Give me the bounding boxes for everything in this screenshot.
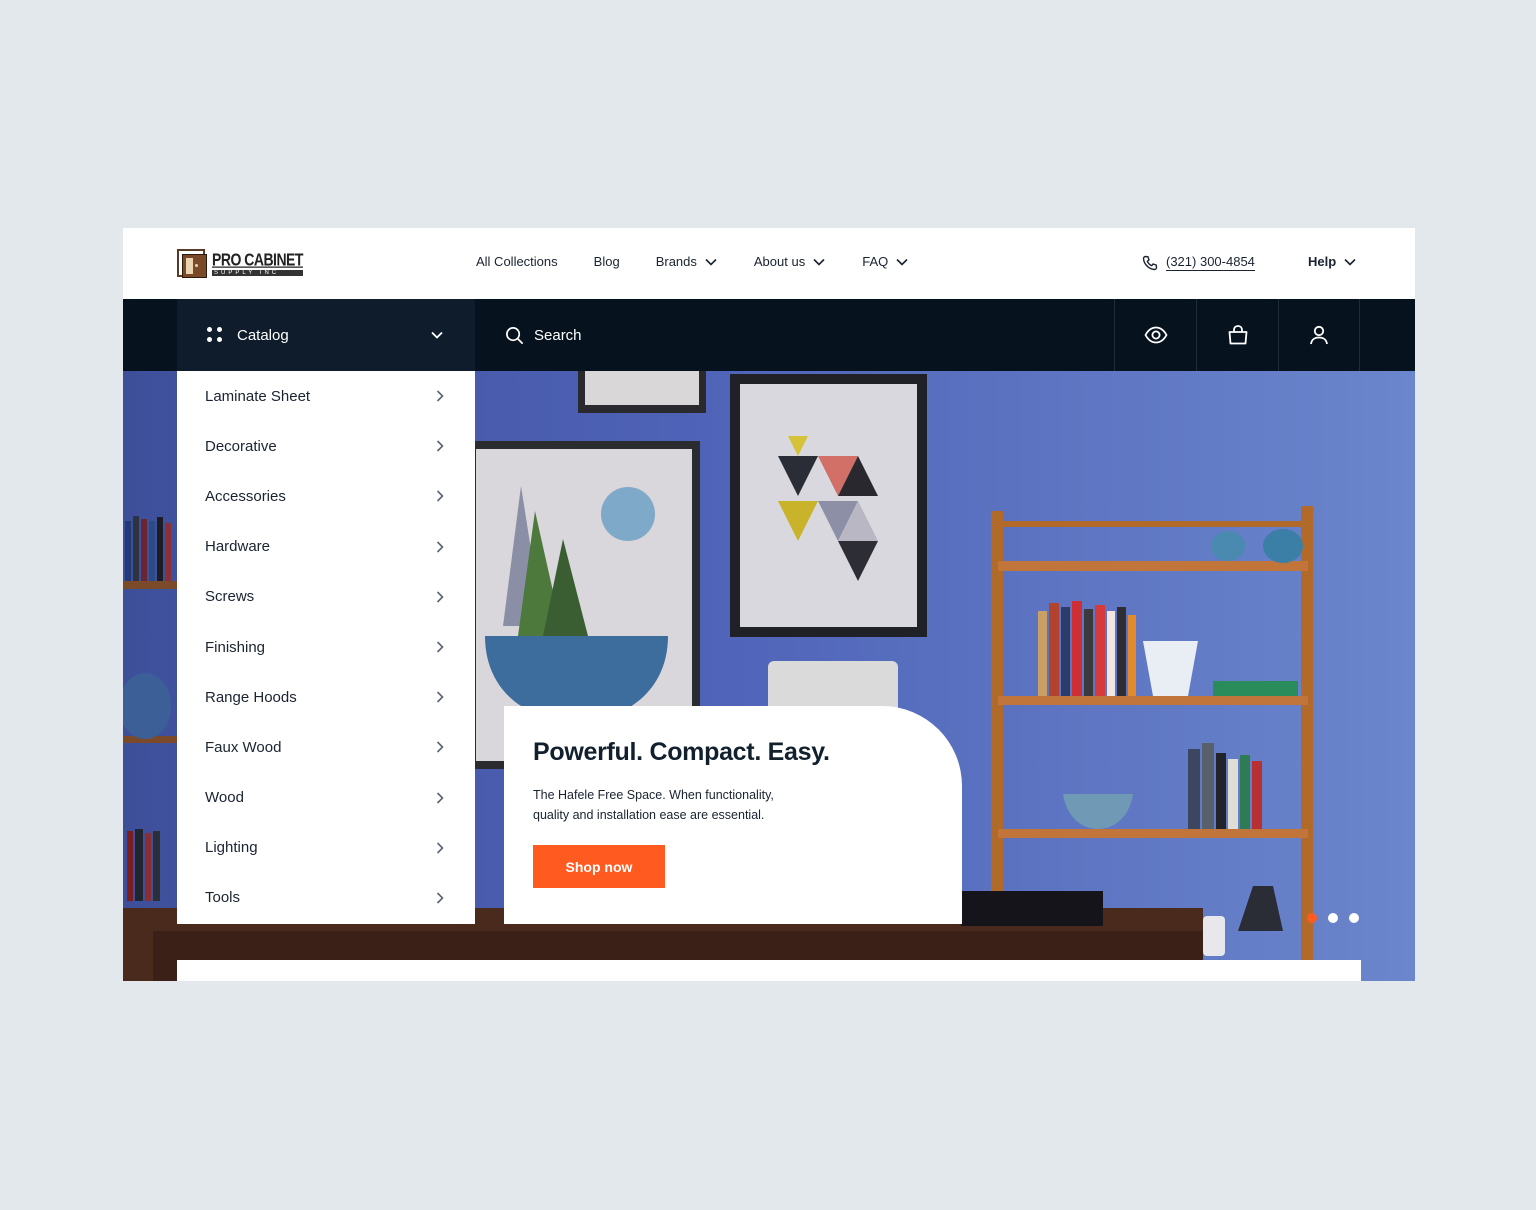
eye-icon [1143, 326, 1168, 344]
nav-label: All Collections [476, 254, 558, 269]
user-icon [1310, 325, 1328, 345]
promo-title: Powerful. Compact. Easy. [533, 738, 830, 766]
category-label: Wood [205, 789, 244, 807]
phone-icon [1142, 255, 1158, 270]
watchlist-button[interactable] [1114, 299, 1196, 371]
chevron-right-icon [436, 541, 444, 553]
chevron-down-icon [813, 258, 825, 266]
nav-about-us[interactable]: About us [754, 254, 826, 269]
category-label: Faux Wood [205, 738, 282, 756]
chevron-right-icon [436, 741, 444, 753]
shopping-bag-icon [1228, 325, 1247, 345]
chevron-right-icon [436, 591, 444, 603]
category-label: Range Hoods [205, 688, 297, 706]
chevron-right-icon [436, 390, 444, 402]
nav-all-collections[interactable]: All Collections [476, 254, 558, 269]
main-nav: All Collections Blog Brands About us FAQ [476, 254, 909, 269]
help-label: Help [1308, 254, 1337, 269]
category-item-decorative[interactable]: Decorative [177, 421, 475, 471]
chevron-down-icon [1344, 258, 1356, 266]
search-placeholder: Search [534, 326, 582, 344]
logo[interactable]: PRO CABINET SUPPLY INC [177, 248, 303, 280]
action-bar: Catalog Search [123, 299, 1415, 371]
category-label: Tools [205, 889, 241, 907]
category-label: Finishing [205, 638, 266, 656]
slide-dot-3[interactable] [1349, 913, 1359, 923]
chevron-right-icon [436, 490, 444, 503]
category-label: Decorative [205, 437, 277, 455]
category-item-screws[interactable]: Screws [177, 572, 475, 622]
page-frame: PRO CABINET SUPPLY INC All Collections B… [123, 228, 1415, 981]
shop-now-button[interactable]: Shop now [533, 845, 665, 888]
category-item-finishing[interactable]: Finishing [177, 622, 475, 672]
promo-card: Powerful. Compact. Easy. The Hafele Free… [504, 706, 962, 924]
category-item-accessories[interactable]: Accessories [177, 471, 475, 521]
nav-blog[interactable]: Blog [594, 254, 620, 269]
nav-label: FAQ [862, 254, 889, 269]
chevron-right-icon [436, 641, 444, 653]
slide-dot-2[interactable] [1328, 913, 1338, 923]
nav-faq[interactable]: FAQ [862, 254, 909, 269]
search-input[interactable]: Search [505, 299, 582, 371]
catalog-menu: Laminate Sheet Decorative Accessories Ha… [177, 371, 475, 924]
category-item-hardware[interactable]: Hardware [177, 522, 475, 572]
chevron-down-icon [896, 258, 908, 266]
chevron-right-icon [436, 842, 444, 854]
category-item-tools[interactable]: Tools [177, 873, 475, 923]
chevron-right-icon [436, 892, 444, 904]
catalog-button[interactable]: Catalog [177, 299, 475, 371]
promo-body: The Hafele Free Space. When functionalit… [533, 788, 774, 822]
account-button[interactable] [1278, 299, 1360, 371]
category-item-laminate-sheet[interactable]: Laminate Sheet [177, 371, 475, 421]
category-item-faux-wood[interactable]: Faux Wood [177, 722, 475, 772]
category-item-wood[interactable]: Wood [177, 773, 475, 823]
nav-brands[interactable]: Brands [656, 254, 718, 269]
chevron-right-icon [436, 792, 444, 804]
slider-pagination [1307, 913, 1370, 923]
top-header: PRO CABINET SUPPLY INC All Collections B… [123, 228, 1415, 299]
category-item-lighting[interactable]: Lighting [177, 823, 475, 873]
catalog-label: Catalog [237, 326, 289, 344]
nav-label: Blog [593, 254, 620, 269]
content-panel-edge [177, 960, 1361, 981]
help-dropdown[interactable]: Help [1308, 254, 1357, 269]
phone-link[interactable]: (321) 300-4854 [1142, 254, 1255, 271]
slide-dot-1[interactable] [1307, 913, 1317, 923]
category-label: Accessories [205, 487, 286, 505]
cabinet-logo-icon [177, 249, 208, 279]
nav-label: Brands [655, 254, 697, 269]
logo-text-main: PRO CABINET [212, 249, 303, 269]
phone-number: (321) 300-4854 [1166, 254, 1255, 271]
category-label: Lighting [205, 839, 258, 857]
chevron-down-icon [431, 331, 443, 339]
grid-dots-icon [207, 327, 223, 343]
category-label: Laminate Sheet [205, 387, 311, 405]
logo-text-sub: SUPPLY INC [212, 270, 303, 276]
nav-label: About us [753, 254, 806, 269]
chevron-right-icon [436, 691, 444, 703]
cart-button[interactable] [1196, 299, 1278, 371]
category-label: Screws [205, 588, 255, 606]
search-icon [506, 326, 523, 344]
chevron-right-icon [436, 440, 444, 452]
category-label: Hardware [205, 538, 271, 556]
category-item-range-hoods[interactable]: Range Hoods [177, 672, 475, 722]
chevron-down-icon [705, 258, 717, 266]
